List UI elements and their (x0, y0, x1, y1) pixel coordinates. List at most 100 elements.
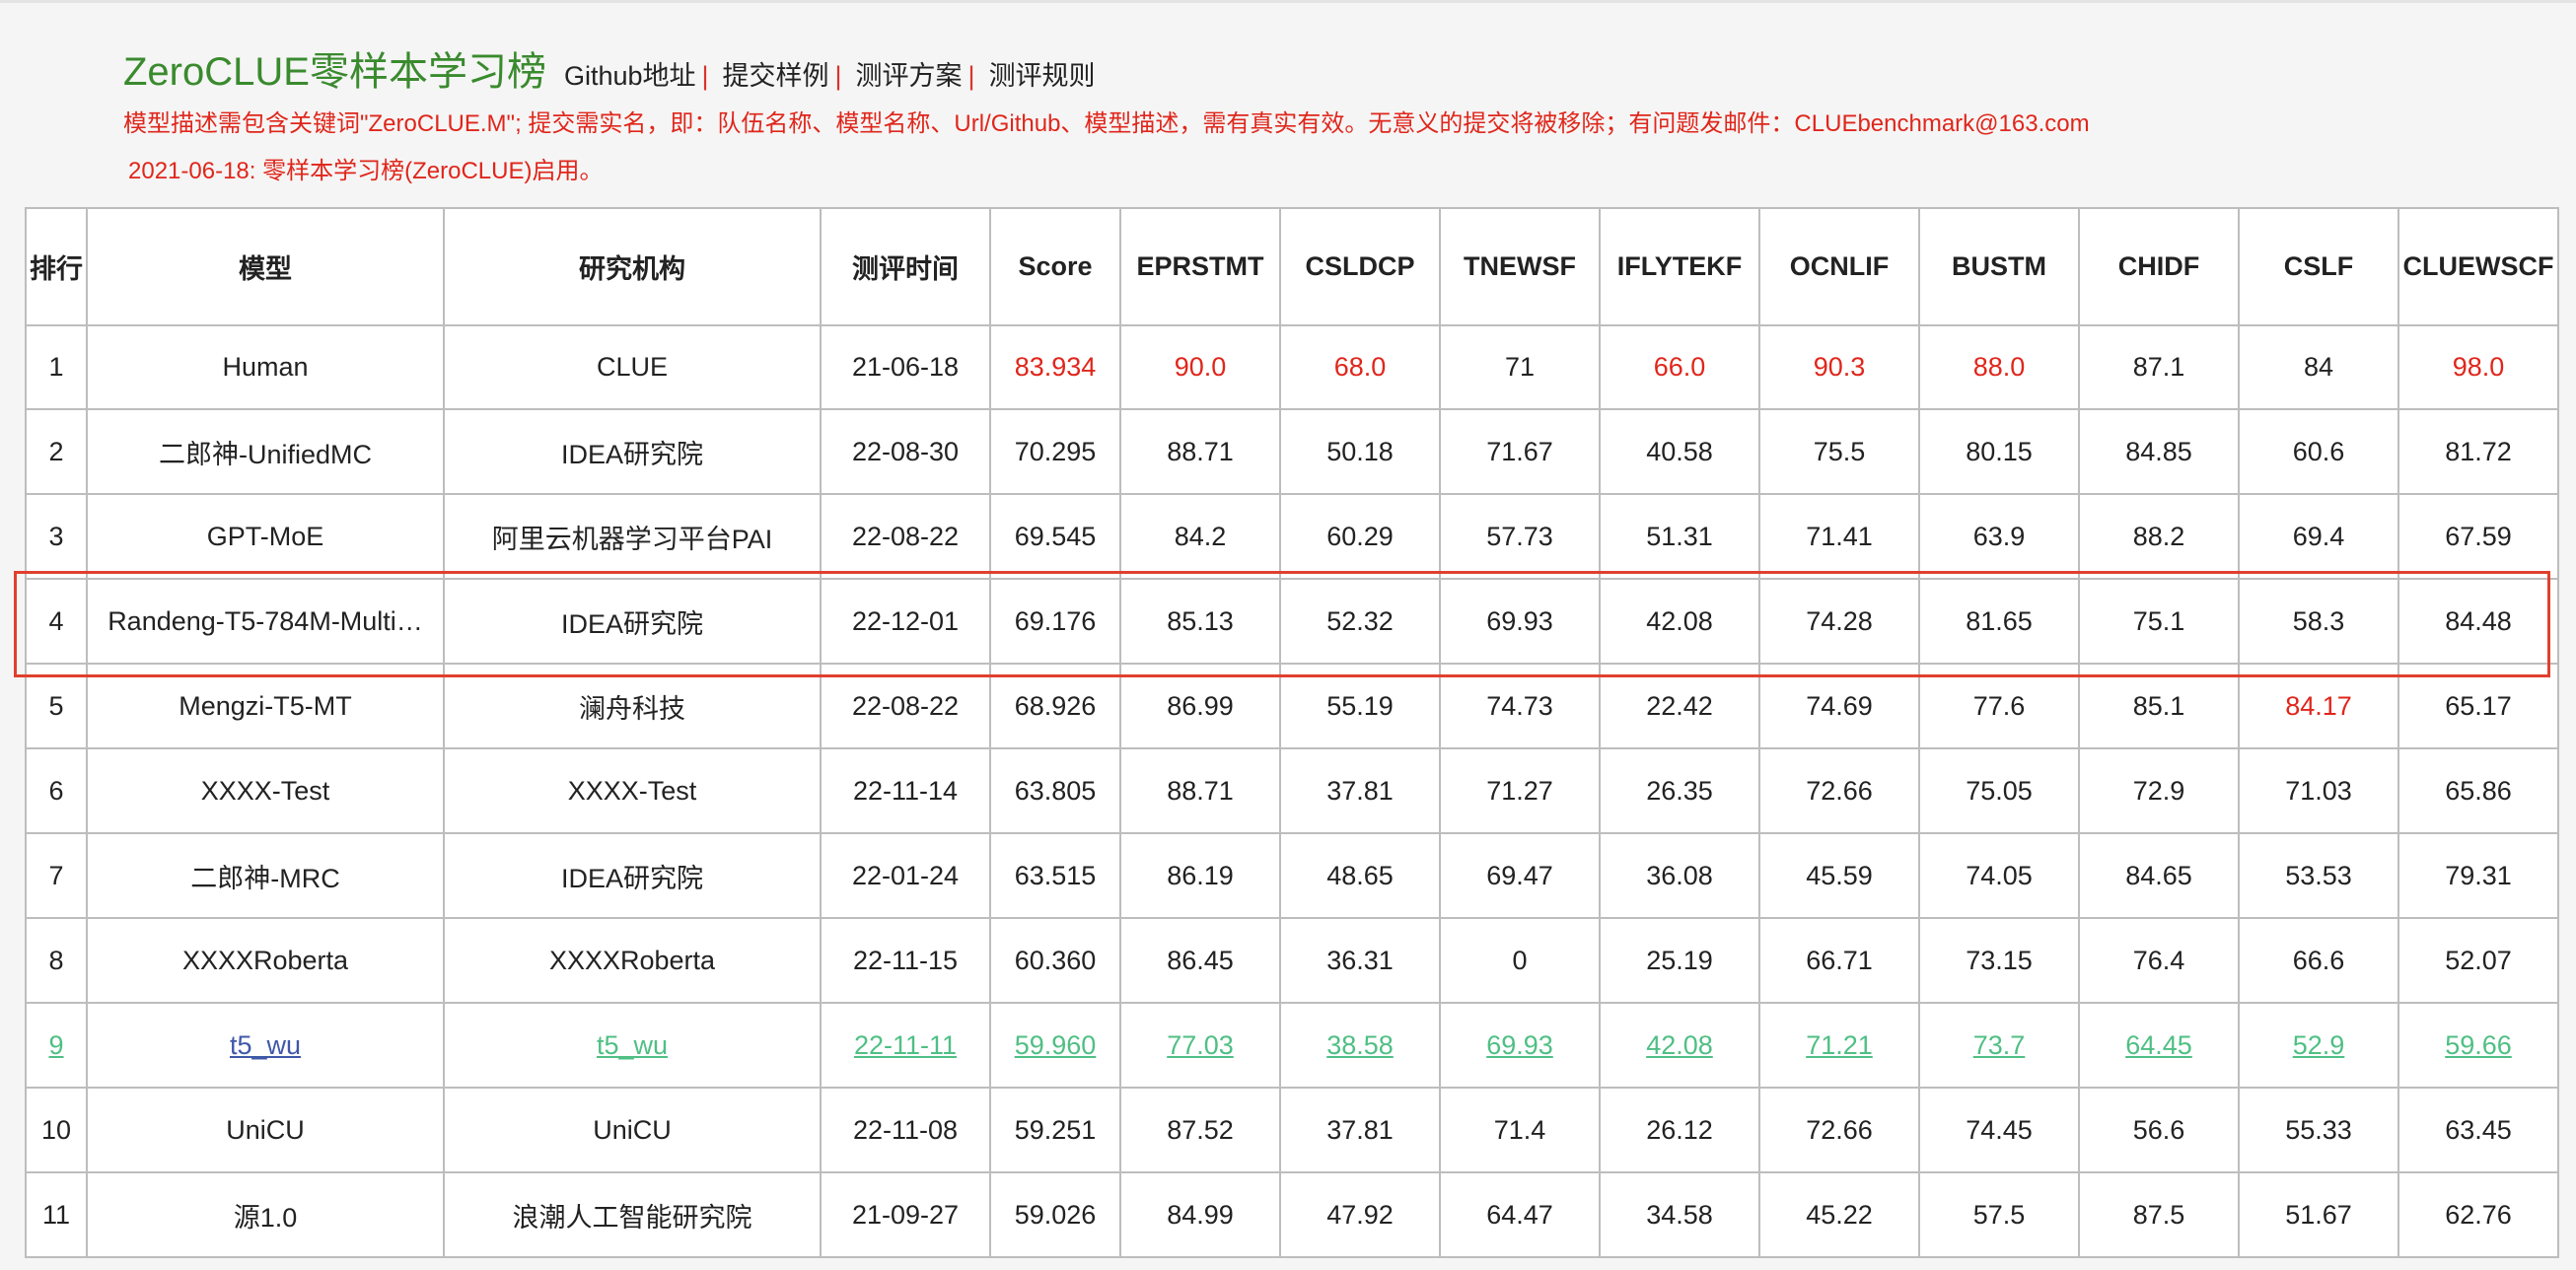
cell-model[interactable]: 二郎神-UnifiedMC (86, 408, 445, 495)
cell-value: 59.026 (1014, 1199, 1097, 1230)
cell-value: 66.6 (2292, 945, 2345, 975)
cell-eprstmt: 88.71 (1119, 747, 1281, 834)
table-header-row: 排行 模型 研究机构 测评时间 Score EPRSTMT CSLDCP TNEWSF IFLY… (25, 207, 2559, 326)
cell-value[interactable]: t5_wu (597, 1030, 668, 1060)
cell-rank[interactable]: 9 (25, 1002, 88, 1089)
model-link[interactable]: XXXXRoberta (182, 946, 348, 975)
model-link[interactable]: Randeng-T5-784M-Multi… (107, 606, 423, 636)
cell-model[interactable]: UniCU (86, 1087, 445, 1173)
cell-value[interactable]: 71.21 (1806, 1030, 1873, 1060)
cell-model[interactable]: Human (86, 324, 445, 410)
column-header-ocnlif: OCNLIF (1758, 207, 1920, 326)
cell-value: 84.2 (1174, 521, 1227, 551)
cell-ocnlif: 45.59 (1758, 832, 1920, 919)
cell-value[interactable]: 9 (48, 1030, 63, 1060)
cell-value: 87.1 (2132, 352, 2185, 382)
cell-value: IDEA研究院 (560, 608, 704, 639)
cell-cluewscf[interactable]: 59.66 (2397, 1002, 2559, 1089)
cell-model[interactable]: 源1.0 (86, 1171, 445, 1258)
cell-model[interactable]: t5_wu (86, 1002, 445, 1089)
cell-iflytekf: 22.42 (1599, 663, 1760, 749)
cell-value[interactable]: 42.08 (1646, 1030, 1713, 1060)
cell-model[interactable]: GPT-MoE (86, 493, 445, 580)
cell-value: 澜舟科技 (579, 693, 685, 724)
cell-value[interactable]: 59.66 (2445, 1030, 2512, 1060)
cell-bustm: 74.05 (1918, 832, 2080, 919)
cell-value: 22-01-24 (851, 860, 960, 890)
cell-value: 84.65 (2125, 860, 2192, 890)
cell-score: 69.545 (989, 493, 1121, 580)
cell-cslf[interactable]: 52.9 (2238, 1002, 2399, 1089)
cell-eprstmt: 84.99 (1119, 1171, 1281, 1258)
cell-value: 90.0 (1174, 352, 1227, 382)
nav-eval-rules-link[interactable]: 测评规则 (989, 54, 1096, 93)
cell-value[interactable]: 77.03 (1167, 1030, 1234, 1060)
cell-value: 71.67 (1486, 436, 1553, 466)
cell-value: XXXX-Test (567, 775, 697, 806)
cell-ocnlif[interactable]: 71.21 (1758, 1002, 1920, 1089)
cell-value: 71.41 (1806, 521, 1873, 551)
cell-model[interactable]: XXXXRoberta (86, 917, 445, 1004)
cell-eval-date[interactable]: 22-11-11 (820, 1002, 991, 1089)
cell-value: 68.926 (1014, 690, 1097, 721)
cell-score: 63.805 (989, 747, 1121, 834)
cell-value: 67.59 (2445, 521, 2512, 551)
cell-value: 42.08 (1646, 605, 1713, 636)
cell-value: 6 (48, 775, 64, 806)
model-link[interactable]: Mengzi-T5-MT (179, 691, 352, 721)
nav-github-link[interactable]: Github地址 (564, 54, 696, 93)
model-link[interactable]: XXXX-Test (201, 776, 330, 806)
cell-model[interactable]: XXXX-Test (86, 747, 445, 834)
page-title: ZeroCLUE零样本学习榜 (123, 50, 546, 94)
cell-cluewscf: 79.31 (2397, 832, 2559, 919)
cell-iflytekf[interactable]: 42.08 (1599, 1002, 1760, 1089)
cell-value[interactable]: 59.960 (1015, 1030, 1097, 1060)
model-link[interactable]: 源1.0 (234, 1203, 298, 1233)
nav-eval-plan-link[interactable]: 测评方案 (856, 54, 963, 93)
cell-value[interactable]: 38.58 (1326, 1030, 1394, 1060)
cell-value: 77.6 (1972, 690, 2026, 721)
cell-csldcp: 37.81 (1279, 747, 1441, 834)
cell-score[interactable]: 59.960 (989, 1002, 1121, 1089)
cell-chidf: 87.1 (2078, 324, 2240, 410)
cell-model[interactable]: 二郎神-MRC (86, 832, 445, 919)
cell-value[interactable]: 52.9 (2293, 1030, 2345, 1060)
model-link[interactable]: t5_wu (230, 1030, 301, 1060)
cell-cluewscf: 81.72 (2397, 408, 2559, 495)
model-link[interactable]: GPT-MoE (207, 522, 324, 551)
cell-eval-date: 22-08-30 (820, 408, 991, 495)
cell-bustm[interactable]: 73.7 (1918, 1002, 2080, 1089)
model-link[interactable]: UniCU (226, 1115, 305, 1145)
cell-eprstmt[interactable]: 77.03 (1119, 1002, 1281, 1089)
cell-value: 75.5 (1813, 436, 1866, 466)
cell-value: 79.31 (2445, 860, 2512, 890)
cell-model[interactable]: Randeng-T5-784M-Multi… (86, 578, 445, 665)
cell-tnewsf[interactable]: 69.93 (1439, 1002, 1601, 1089)
nav-submit-example-link[interactable]: 提交样例 (723, 54, 829, 93)
model-link[interactable]: 二郎神-MRC (190, 864, 339, 893)
cell-eprstmt: 86.45 (1119, 917, 1281, 1004)
model-link[interactable]: Human (222, 352, 308, 382)
cell-chidf[interactable]: 64.45 (2078, 1002, 2240, 1089)
cell-organization[interactable]: t5_wu (443, 1002, 822, 1089)
cell-csldcp[interactable]: 38.58 (1279, 1002, 1441, 1089)
cell-eprstmt: 88.71 (1119, 408, 1281, 495)
cell-model[interactable]: Mengzi-T5-MT (86, 663, 445, 749)
column-header-model: 模型 (86, 207, 445, 326)
column-header-iflytekf: IFLYTEKF (1599, 207, 1760, 326)
cell-value: 1 (48, 352, 64, 382)
cell-chidf: 56.6 (2078, 1087, 2240, 1173)
cell-value: 63.9 (1972, 521, 2026, 551)
cell-value[interactable]: 64.45 (2125, 1030, 2192, 1060)
cell-value[interactable]: 73.7 (1973, 1030, 2026, 1060)
cell-value: 71.27 (1486, 775, 1553, 806)
cell-score: 83.934 (989, 324, 1121, 410)
cell-tnewsf: 74.73 (1439, 663, 1601, 749)
cell-value[interactable]: 22-11-11 (854, 1030, 957, 1060)
cell-organization: 澜舟科技 (443, 663, 822, 749)
cell-rank: 3 (25, 493, 88, 580)
cell-eval-date: 22-12-01 (820, 578, 991, 665)
cell-value: 84.48 (2445, 605, 2512, 636)
cell-value[interactable]: 69.93 (1486, 1030, 1553, 1060)
model-link[interactable]: 二郎神-UnifiedMC (159, 440, 372, 469)
